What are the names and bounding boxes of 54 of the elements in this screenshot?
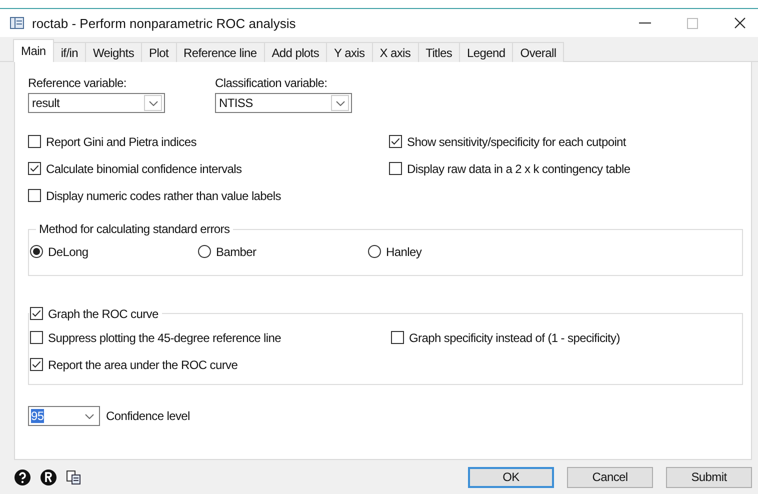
radio-label[interactable]: Bamber — [216, 244, 256, 258]
checkbox-label[interactable]: Display numeric codes rather than value labels — [46, 188, 281, 202]
tab[interactable]: Plot — [141, 42, 177, 62]
checkbox-label[interactable]: Show sensitivity/specificity for each cutpoint — [407, 134, 626, 148]
chevron-icon — [148, 100, 158, 106]
group-title: Method for calculating standard errors — [38, 222, 231, 236]
checkbox-label[interactable]: Report Gini and Pietra indices — [46, 134, 196, 148]
checkbox[interactable] — [28, 162, 41, 175]
field-label: Classification variable: — [215, 76, 328, 90]
checkbox[interactable] — [30, 331, 43, 344]
radio-label[interactable]: DeLong — [48, 244, 88, 258]
dialog-button[interactable]: Submit — [666, 466, 752, 488]
checkbox-label[interactable]: Graph specificity instead of (1 - specificity) — [409, 330, 620, 344]
tab[interactable]: if/in — [52, 42, 86, 62]
confidence-dropdown[interactable]: 95 — [28, 406, 100, 426]
checkbox-label[interactable]: Suppress plotting the 45-degree reference line — [48, 330, 282, 344]
tab[interactable]: Titles — [418, 42, 460, 62]
dialog-button[interactable]: OK — [468, 466, 554, 488]
checkbox[interactable] — [389, 162, 402, 175]
variable-dropdown[interactable]: NTISS — [215, 93, 352, 113]
tab[interactable]: Main — [13, 39, 54, 62]
tab[interactable]: Legend — [459, 42, 514, 62]
window-icon — [10, 17, 24, 29]
chevron-icon — [85, 414, 94, 418]
radio-button[interactable] — [30, 245, 43, 258]
variable-dropdown[interactable]: result — [28, 93, 165, 113]
copy-icon[interactable] — [66, 470, 81, 484]
field-label: Reference variable: — [28, 76, 128, 90]
tab[interactable]: Overall — [512, 42, 564, 62]
checkbox[interactable] — [30, 307, 43, 320]
radio-button[interactable] — [198, 245, 211, 258]
checkbox-label[interactable]: Display raw data in a 2 x k contingency table — [407, 162, 630, 176]
chevron-icon — [336, 100, 344, 106]
checkbox[interactable] — [389, 135, 402, 148]
checkbox[interactable] — [28, 135, 41, 148]
radio-label[interactable]: Hanley — [386, 244, 422, 258]
tab[interactable]: Weights — [85, 42, 142, 62]
close-icon[interactable] — [734, 17, 746, 29]
checkbox-label[interactable]: Calculate binomial confidence intervals — [46, 162, 242, 176]
tab[interactable]: Reference line — [176, 42, 265, 62]
checkbox-label[interactable]: Report the area under the ROC curve — [48, 358, 238, 372]
tab[interactable]: Add plots — [264, 42, 328, 62]
checkbox[interactable] — [391, 331, 404, 344]
dialog-button[interactable]: Cancel — [567, 466, 653, 488]
radio-button[interactable] — [368, 245, 381, 258]
checkbox-label[interactable]: Graph the ROC curve — [48, 306, 158, 320]
reset-icon[interactable] — [40, 468, 57, 486]
field-label: Confidence level — [106, 409, 190, 423]
checkbox[interactable] — [28, 189, 41, 202]
help-icon[interactable] — [14, 468, 31, 486]
tab[interactable]: X axis — [372, 42, 419, 62]
checkbox[interactable] — [30, 358, 43, 371]
window-title: roctab - Perform nonparametric ROC analysis — [32, 16, 296, 30]
tab[interactable]: Y axis — [326, 42, 373, 62]
